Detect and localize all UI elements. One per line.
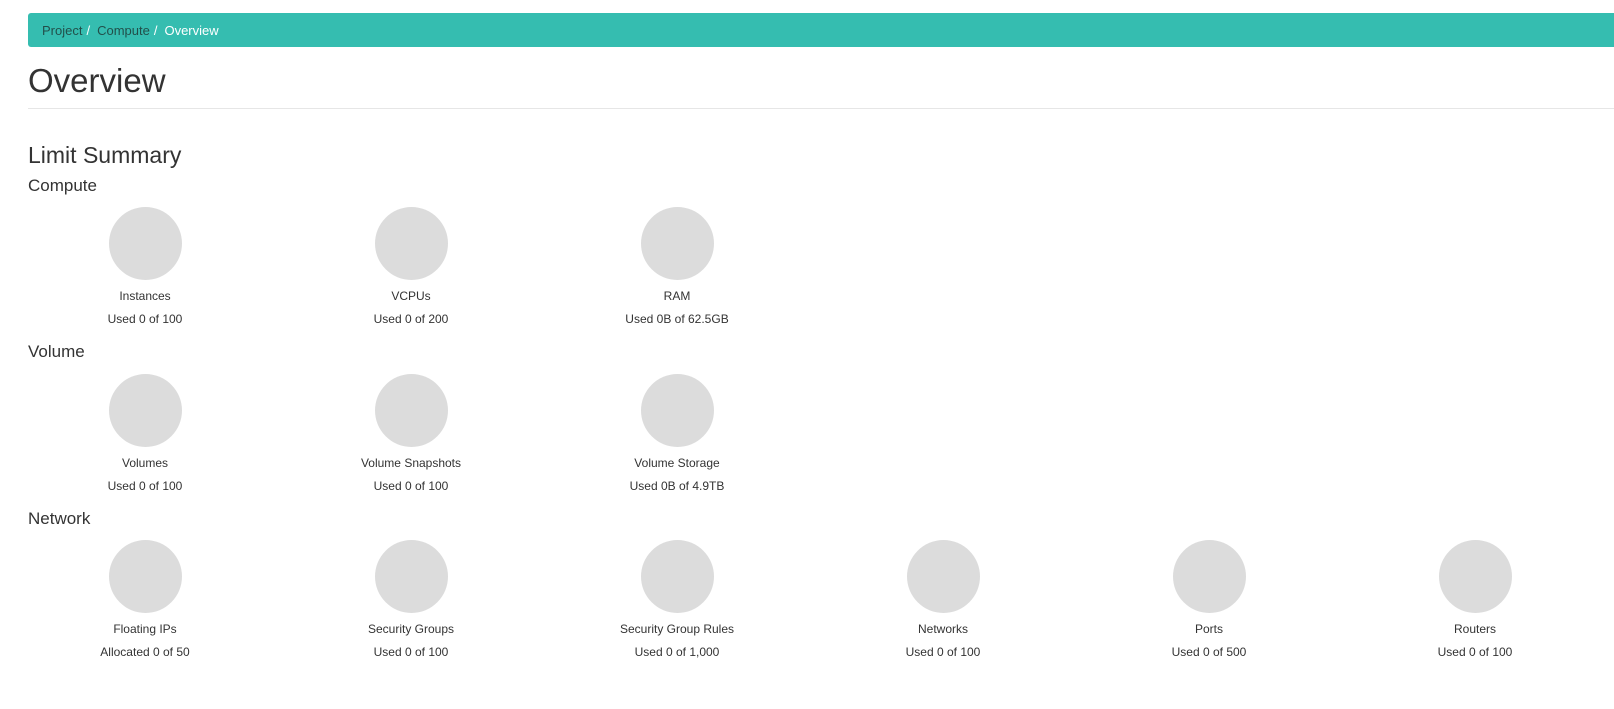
quota-usage: Used 0 of 200: [373, 312, 449, 326]
quota-usage: Used 0 of 100: [373, 479, 449, 493]
breadcrumb: Project / Compute / Overview: [28, 13, 1614, 47]
usage-pie-chart: [1172, 540, 1246, 613]
quota-chart-ports: Ports Used 0 of 500: [1109, 540, 1309, 660]
usage-pie-chart: [374, 207, 448, 280]
breadcrumb-current: Overview: [164, 22, 219, 38]
quota-chart-instances: Instances Used 0 of 100: [45, 207, 245, 327]
quota-chart-networks: Networks Used 0 of 100: [843, 540, 1043, 660]
quota-label: Floating IPs: [113, 622, 177, 636]
page-header: Overview: [28, 62, 1614, 109]
quota-chart-floating-ips: Floating IPs Allocated 0 of 50: [45, 540, 245, 660]
usage-pie-chart: [640, 207, 714, 280]
quota-chart-volume-storage: Volume Storage Used 0B of 4.9TB: [577, 374, 777, 494]
usage-pie-chart: [108, 540, 182, 613]
quota-label: VCPUs: [391, 289, 431, 303]
quota-label: Volume Storage: [634, 456, 720, 470]
usage-pie-chart: [108, 207, 182, 280]
usage-pie-chart: [374, 540, 448, 613]
quota-usage: Used 0 of 100: [373, 645, 449, 659]
quota-chart-volume-snapshots: Volume Snapshots Used 0 of 100: [311, 374, 511, 494]
usage-pie-chart: [640, 374, 714, 447]
quota-chart-routers: Routers Used 0 of 100: [1375, 540, 1575, 660]
quota-label: Volumes: [121, 456, 169, 470]
section-title-compute: Compute: [28, 176, 97, 195]
quota-label: Security Group Rules: [619, 622, 735, 636]
quota-chart-security-groups: Security Groups Used 0 of 100: [311, 540, 511, 660]
quota-usage: Used 0 of 100: [1437, 645, 1513, 659]
quota-usage: Used 0B of 62.5GB: [625, 312, 729, 326]
usage-pie-chart: [640, 540, 714, 613]
usage-pie-chart: [108, 374, 182, 447]
quota-chart-volumes: Volumes Used 0 of 100: [45, 374, 245, 494]
quota-usage: Used 0 of 1,000: [634, 645, 720, 659]
breadcrumb-project-link[interactable]: Project: [42, 23, 82, 38]
quota-label: Volume Snapshots: [360, 456, 462, 470]
quota-label: Instances: [119, 289, 171, 303]
section-title-volume: Volume: [28, 342, 85, 361]
quota-label: Security Groups: [367, 622, 455, 636]
quota-usage: Used 0 of 100: [107, 312, 183, 326]
page-title: Overview: [28, 62, 166, 99]
usage-pie-chart: [906, 540, 980, 613]
quota-usage: Used 0 of 100: [905, 645, 981, 659]
quota-label: Ports: [1194, 622, 1223, 636]
quota-usage: Used 0 of 500: [1171, 645, 1247, 659]
breadcrumb-separator: /: [86, 22, 91, 38]
limit-summary-title: Limit Summary: [28, 142, 182, 168]
quota-label: Networks: [917, 622, 968, 636]
quota-chart-security-group-rules: Security Group Rules Used 0 of 1,000: [577, 540, 777, 660]
quota-label: Routers: [1453, 622, 1497, 636]
section-title-network: Network: [28, 509, 91, 528]
quota-chart-vcpus: VCPUs Used 0 of 200: [311, 207, 511, 327]
quota-chart-ram: RAM Used 0B of 62.5GB: [577, 207, 777, 327]
breadcrumb-separator: /: [153, 22, 158, 38]
quota-usage: Allocated 0 of 50: [100, 645, 190, 659]
quota-usage: Used 0B of 4.9TB: [629, 479, 725, 493]
quota-label: RAM: [663, 289, 691, 303]
usage-pie-chart: [1438, 540, 1512, 613]
quota-usage: Used 0 of 100: [107, 479, 183, 493]
usage-pie-chart: [374, 374, 448, 447]
breadcrumb-compute-link[interactable]: Compute: [97, 23, 150, 38]
